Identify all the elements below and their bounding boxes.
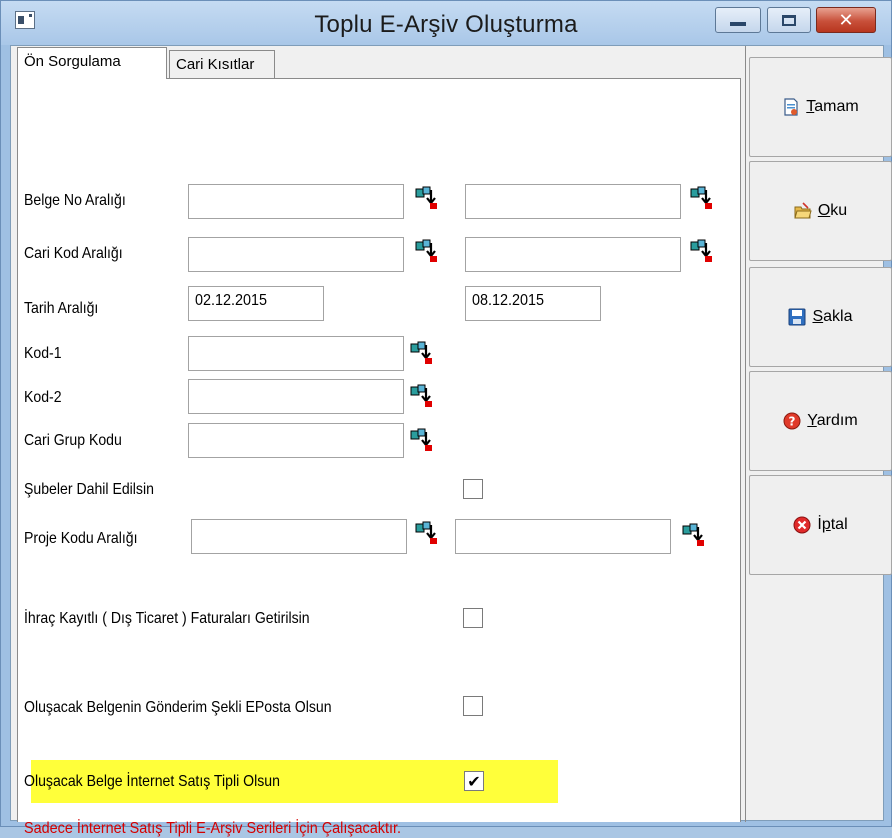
cari-kod-to-input[interactable] — [465, 237, 681, 272]
internet-note: Sadece İnternet Satış Tipli E-Arşiv Seri… — [24, 820, 401, 837]
lookup-icon[interactable] — [415, 521, 439, 545]
cancel-icon — [793, 516, 811, 534]
cari-grup-label: Cari Grup Kodu — [24, 432, 122, 449]
oku-mnemonic: O — [817, 202, 831, 219]
minimize-icon — [730, 22, 746, 26]
close-icon: ✕ — [838, 9, 854, 31]
tamam-label: amam — [814, 98, 859, 115]
lookup-icon[interactable] — [410, 341, 434, 365]
ihrac-checkbox[interactable] — [463, 608, 483, 628]
oku-label: ku — [830, 202, 848, 219]
tarih-label: Tarih Aralığı — [24, 300, 99, 317]
checkmark-icon: ✔ — [467, 771, 481, 791]
lookup-icon[interactable] — [415, 186, 439, 210]
sakla-mnemonic: S — [812, 308, 824, 325]
help-icon: ? — [783, 412, 801, 430]
close-button[interactable]: ✕ — [816, 7, 876, 33]
tab-on-sorgulama[interactable]: Ön Sorgulama — [17, 47, 167, 79]
sakla-label: akla — [823, 308, 853, 325]
yardim-mnemonic: Y — [807, 412, 817, 429]
iptal-label: tal — [830, 516, 848, 533]
maximize-button[interactable] — [767, 7, 811, 33]
save-disk-icon — [788, 308, 806, 326]
eposta-label: Oluşacak Belgenin Gönderim Şekli EPosta … — [24, 699, 332, 716]
sakla-button[interactable]: Sakla — [749, 267, 892, 367]
tamam-button[interactable]: Tamam — [749, 57, 892, 157]
title-bar[interactable]: Toplu E-Arşiv Oluşturma ✕ — [1, 1, 891, 45]
yardim-label: ardım — [816, 412, 858, 429]
lookup-icon[interactable] — [682, 523, 706, 547]
yardim-button[interactable]: ? Yardım — [749, 371, 892, 471]
subeler-label: Şubeler Dahil Edilsin — [24, 481, 154, 498]
side-separator — [745, 46, 746, 822]
tarih-to-input[interactable]: 08.12.2015 — [465, 286, 601, 321]
belge-no-to-input[interactable] — [465, 184, 681, 219]
cari-grup-input[interactable] — [188, 423, 404, 458]
document-icon — [784, 98, 798, 116]
maximize-icon — [782, 14, 796, 26]
tarih-from-input[interactable]: 02.12.2015 — [188, 286, 324, 321]
proje-kodu-from-input[interactable] — [191, 519, 407, 554]
internet-label: Oluşacak Belge İnternet Satış Tipli Olsu… — [24, 773, 280, 790]
oku-button[interactable]: Oku — [749, 161, 892, 261]
lookup-icon[interactable] — [690, 186, 714, 210]
proje-kodu-to-input[interactable] — [455, 519, 671, 554]
lookup-icon[interactable] — [690, 239, 714, 263]
internet-checkbox[interactable]: ✔ — [464, 771, 484, 791]
cari-kod-label: Cari Kod Aralığı — [24, 245, 123, 262]
lookup-icon[interactable] — [410, 428, 434, 452]
kod1-label: Kod-1 — [24, 345, 62, 362]
belge-no-from-input[interactable] — [188, 184, 404, 219]
cari-kod-from-input[interactable] — [188, 237, 404, 272]
proje-kodu-label: Proje Kodu Aralığı — [24, 530, 138, 547]
minimize-button[interactable] — [715, 7, 761, 33]
svg-text:?: ? — [789, 415, 796, 429]
tab-cari-kisitlar[interactable]: Cari Kısıtlar — [169, 50, 275, 78]
window: Toplu E-Arşiv Oluşturma ✕ Ön Sorgulama C… — [0, 0, 892, 837]
lookup-icon[interactable] — [415, 239, 439, 263]
belge-no-label: Belge No Aralığı — [24, 192, 126, 209]
eposta-checkbox[interactable] — [463, 696, 483, 716]
kod1-input[interactable] — [188, 336, 404, 371]
kod2-input[interactable] — [188, 379, 404, 414]
kod2-label: Kod-2 — [24, 389, 62, 406]
iptal-mnemonic: p — [821, 516, 831, 533]
subeler-checkbox[interactable] — [463, 479, 483, 499]
tab-page: Belge No Aralığı Cari Kod Aralığı Tarih … — [17, 78, 741, 837]
iptal-button[interactable]: İptal — [749, 475, 892, 575]
open-folder-icon — [794, 202, 812, 219]
lookup-icon[interactable] — [410, 384, 434, 408]
ihrac-label: İhraç Kayıtlı ( Dış Ticaret ) Faturaları… — [24, 610, 310, 627]
